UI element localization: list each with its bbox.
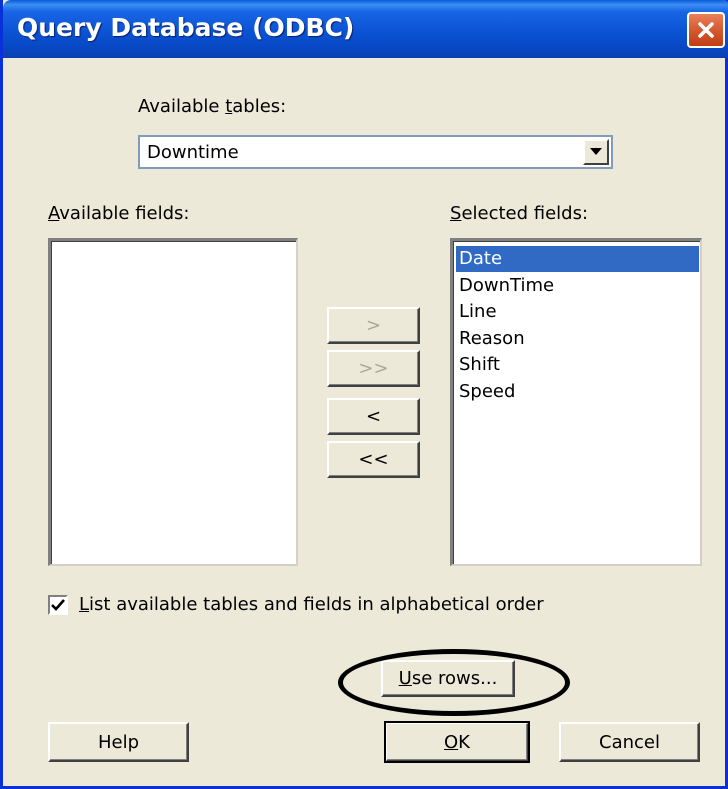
alphabetical-order-label[interactable]: List available tables and fields in alph…: [79, 594, 544, 615]
close-button[interactable]: [687, 12, 725, 48]
list-item[interactable]: Speed: [456, 379, 699, 405]
list-item[interactable]: Date: [456, 246, 699, 272]
list-item[interactable]: Shift: [456, 352, 699, 378]
list-item[interactable]: Line: [456, 299, 699, 325]
add-all-fields-button[interactable]: >>: [327, 350, 420, 387]
selected-fields-label: Selected fields:: [450, 203, 589, 224]
available-fields-label: Available fields:: [48, 203, 190, 224]
checkmark-icon: [51, 599, 65, 611]
selected-fields-list[interactable]: Date DownTime Line Reason Shift Speed: [450, 238, 702, 566]
title-bar[interactable]: Query Database (ODBC): [3, 0, 728, 58]
use-rows-button[interactable]: Use rows...: [381, 660, 515, 697]
chevron-down-icon: [590, 148, 602, 155]
alphabetical-order-checkbox[interactable]: [48, 595, 68, 615]
cancel-button[interactable]: Cancel: [559, 722, 700, 762]
add-field-button[interactable]: >: [327, 307, 420, 344]
available-fields-list[interactable]: [48, 238, 298, 566]
query-database-dialog: Query Database (ODBC) Available tables: …: [0, 0, 728, 789]
ok-button[interactable]: OK: [384, 721, 530, 763]
available-tables-value: Downtime: [147, 142, 239, 163]
list-item[interactable]: DownTime: [456, 273, 699, 299]
available-tables-label: Available tables:: [138, 96, 287, 117]
remove-all-fields-button[interactable]: <<: [327, 441, 420, 478]
dropdown-button[interactable]: [583, 139, 609, 165]
available-tables-select[interactable]: Downtime: [138, 135, 613, 169]
window-title: Query Database (ODBC): [17, 13, 355, 42]
remove-field-button[interactable]: <: [327, 398, 420, 435]
list-item[interactable]: Reason: [456, 326, 699, 352]
help-button[interactable]: Help: [48, 722, 189, 762]
close-icon: [698, 22, 714, 38]
